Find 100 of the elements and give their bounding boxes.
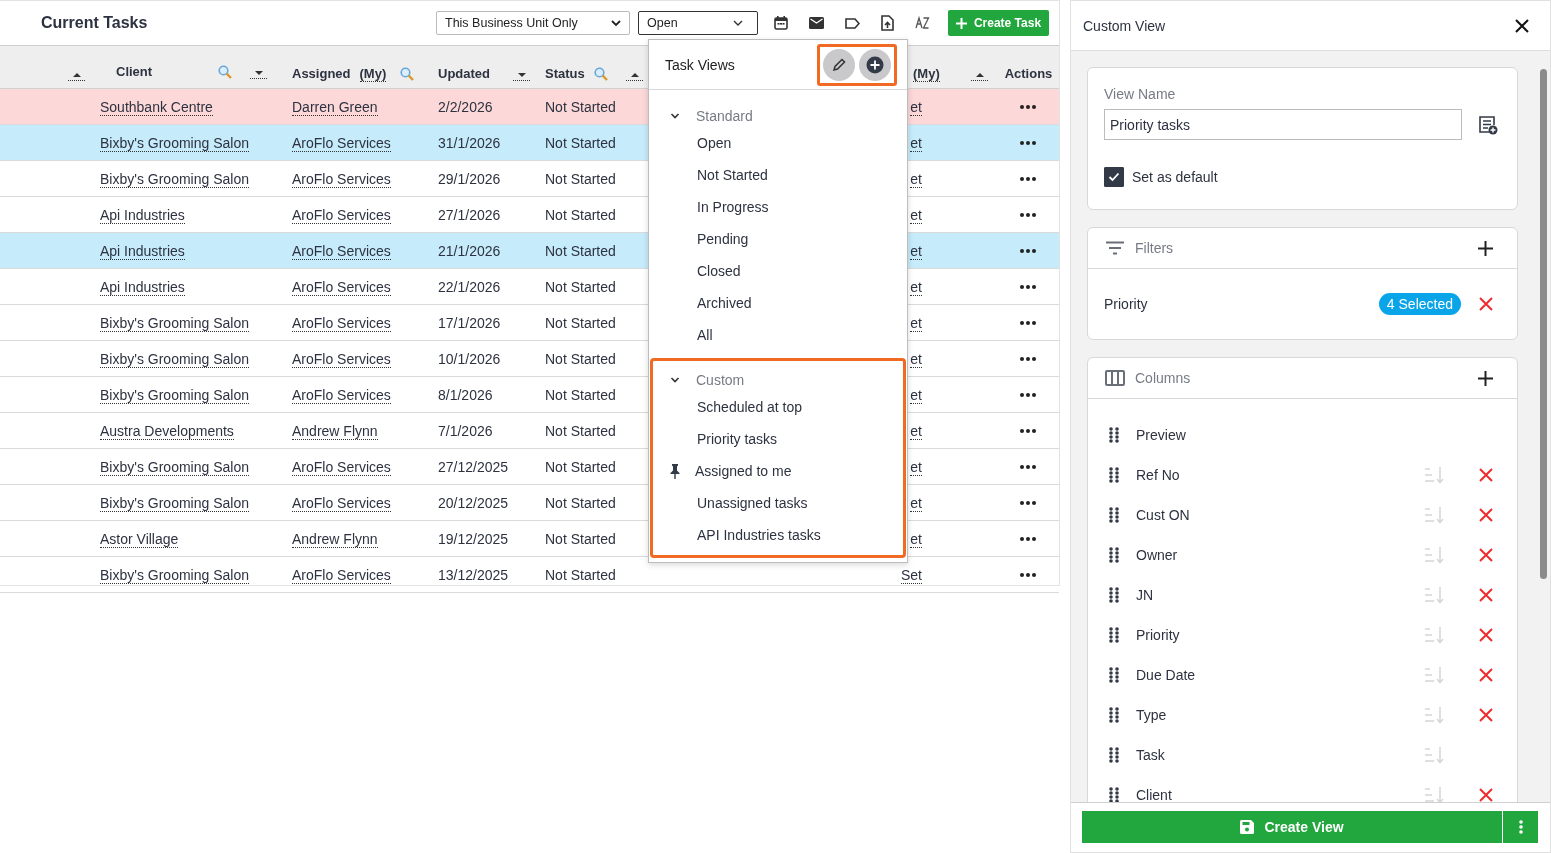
client-link[interactable]: Bixby's Grooming Salon [100,458,249,476]
client-link[interactable]: Astor Village [100,530,179,548]
more-icon[interactable] [1019,392,1036,397]
more-icon[interactable] [1019,464,1036,469]
plus-icon[interactable] [1478,240,1493,256]
set-link[interactable]: et [910,314,922,332]
client-link[interactable]: Bixby's Grooming Salon [100,566,249,584]
more-icon[interactable] [1019,500,1036,505]
column-header[interactable]: Updated [430,66,490,81]
view-option[interactable]: Scheduled at top [697,399,803,415]
assignee-link[interactable]: AroFlo Services [292,350,391,368]
tag-icon[interactable] [845,17,860,29]
set-link[interactable]: et [910,422,922,440]
pin-icon[interactable] [670,463,680,479]
view-option[interactable]: API Industries tasks [697,527,821,543]
chevron-down-icon[interactable] [670,111,680,121]
more-icon[interactable] [1019,176,1036,181]
sort-up-icon[interactable] [971,70,989,81]
view-option[interactable]: Assigned to me [695,463,792,479]
sort-up-icon[interactable] [626,70,644,81]
set-link[interactable]: et [910,134,922,152]
assignee-link[interactable]: Andrew Flynn [292,530,378,548]
assignee-link[interactable]: AroFlo Services [292,242,391,260]
drag-handle-icon[interactable] [1109,547,1119,563]
edit-button[interactable] [823,48,855,81]
assignee-link[interactable]: Andrew Flynn [292,422,378,440]
drag-handle-icon[interactable] [1109,787,1119,802]
client-link[interactable]: Bixby's Grooming Salon [100,134,249,152]
set-link[interactable]: et [910,242,922,260]
calendar-icon[interactable] [774,16,788,30]
set-link[interactable]: et [910,494,922,512]
scope-select[interactable]: This Business Unit Only [436,11,630,35]
assignee-link[interactable]: AroFlo Services [292,206,391,224]
client-link[interactable]: Api Industries [100,278,185,296]
client-link[interactable]: Bixby's Grooming Salon [100,170,249,188]
assignee-link[interactable]: AroFlo Services [292,386,391,404]
column-header[interactable]: Status [537,66,585,81]
assignee-link[interactable]: AroFlo Services [292,458,391,476]
view-option[interactable]: Open [697,135,732,151]
assignee-link[interactable]: AroFlo Services [292,170,391,188]
client-link[interactable]: Bixby's Grooming Salon [100,350,249,368]
drag-handle-icon[interactable] [1109,427,1119,443]
more-icon[interactable] [1019,320,1036,325]
drag-handle-icon[interactable] [1109,627,1119,643]
remove-icon[interactable] [1479,508,1493,522]
view-option[interactable]: Priority tasks [697,431,778,447]
plus-icon[interactable] [1478,370,1493,386]
view-name-field[interactable]: Priority tasks [1104,109,1462,140]
view-option[interactable]: Pending [697,231,749,247]
client-link[interactable]: Bixby's Grooming Salon [100,494,249,512]
client-link[interactable]: Southbank Centre [100,98,213,116]
drag-handle-icon[interactable] [1109,467,1119,483]
drag-handle-icon[interactable] [1109,587,1119,603]
more-icon[interactable] [1019,104,1036,109]
client-link[interactable]: Bixby's Grooming Salon [100,386,249,404]
assignee-link[interactable]: AroFlo Services [292,494,391,512]
more-icon[interactable] [1019,212,1036,217]
more-icon[interactable] [1019,536,1036,541]
set-link[interactable]: et [910,530,922,548]
client-link[interactable]: Api Industries [100,242,185,260]
remove-icon[interactable] [1479,548,1493,562]
set-link[interactable]: et [910,386,922,404]
view-option[interactable]: In Progress [697,199,769,215]
client-link[interactable]: Bixby's Grooming Salon [100,314,249,332]
add-view-button[interactable] [859,48,891,81]
drag-handle-icon[interactable] [1109,507,1119,523]
list-add-icon[interactable] [1478,114,1498,135]
remove-icon[interactable] [1479,708,1493,722]
chevron-down-icon[interactable] [670,375,680,385]
assignee-link[interactable]: AroFlo Services [292,314,391,332]
more-icon[interactable] [1019,572,1036,577]
default-checkbox[interactable] [1104,167,1124,187]
column-header[interactable]: Client [108,64,153,79]
more-icon[interactable] [1019,140,1036,145]
remove-icon[interactable] [1479,788,1493,802]
remove-icon[interactable] [1479,668,1493,682]
sort-down-icon[interactable] [250,68,268,79]
assignee-link[interactable]: Darren Green [292,98,378,116]
set-link[interactable]: Set [901,566,922,584]
more-icon[interactable] [1019,284,1036,289]
set-link[interactable]: et [910,206,922,224]
assignee-link[interactable]: AroFlo Services [292,566,391,584]
set-link[interactable]: et [910,170,922,188]
view-option[interactable]: All [697,327,713,343]
sort-icon[interactable] [915,16,930,30]
view-option[interactable]: Not Started [697,167,768,183]
assignee-link[interactable]: AroFlo Services [292,134,391,152]
remove-icon[interactable] [1479,468,1493,482]
set-link[interactable]: et [910,98,922,116]
drag-handle-icon[interactable] [1109,707,1119,723]
remove-icon[interactable] [1479,297,1493,311]
my-filter-link[interactable]: (My) [913,65,940,82]
close-icon[interactable] [1515,18,1529,33]
client-link[interactable]: Api Industries [100,206,185,224]
view-option[interactable]: Unassigned tasks [697,495,808,511]
column-header[interactable]: Actions [996,66,1053,81]
sort-down-icon[interactable] [513,70,531,81]
set-link[interactable]: et [910,350,922,368]
remove-icon[interactable] [1479,628,1493,642]
file-upload-icon[interactable] [881,15,894,31]
